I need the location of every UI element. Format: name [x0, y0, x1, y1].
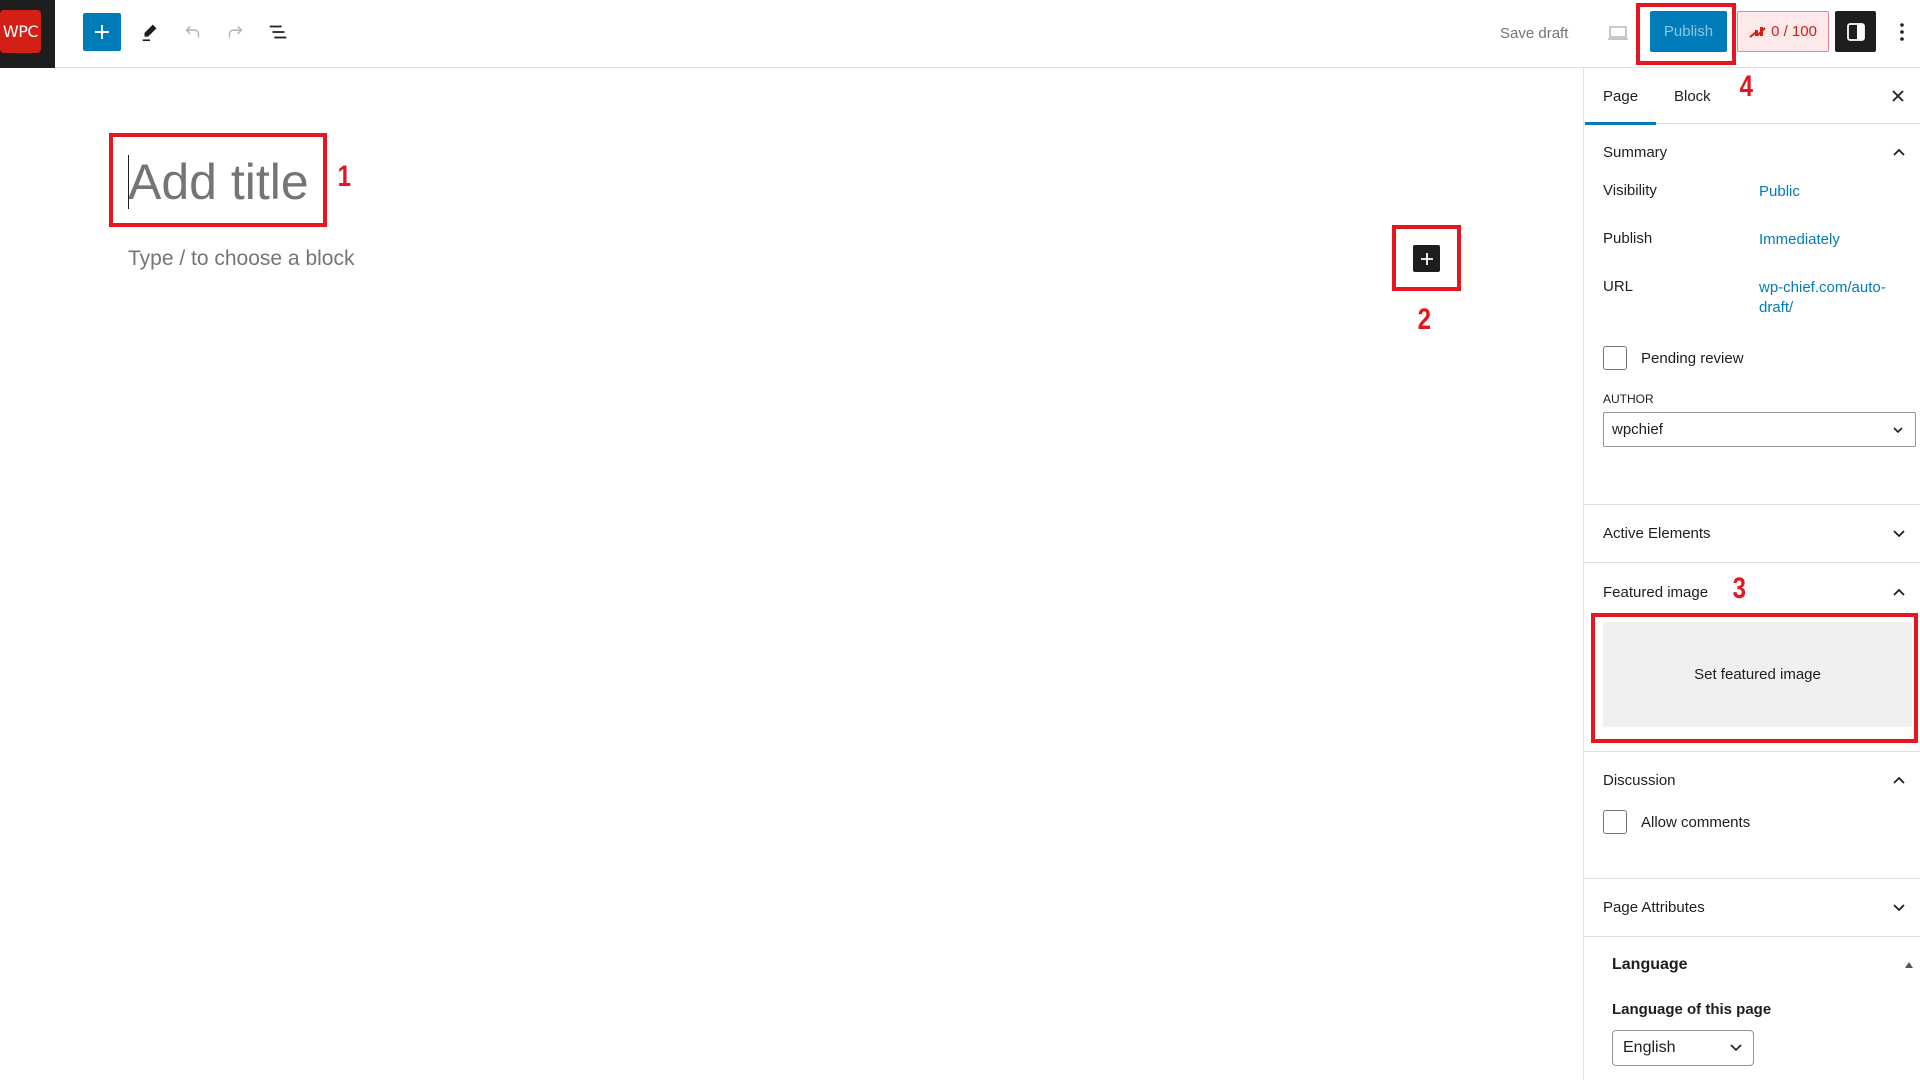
chevron-down-icon: [1727, 1039, 1745, 1057]
settings-sidebar-toggle[interactable]: [1835, 11, 1876, 52]
post-title-input[interactable]: [128, 150, 323, 214]
text-caret: [128, 155, 129, 209]
author-select-value: wpchief: [1612, 421, 1663, 438]
editor-app: WPC Save draft Publish 0 / 100 Add title…: [0, 0, 1920, 1080]
visibility-value[interactable]: Public: [1759, 182, 1800, 202]
active-elements-title: Active Elements: [1603, 525, 1711, 542]
site-logo[interactable]: WPC: [0, 10, 41, 53]
language-select[interactable]: English: [1612, 1030, 1754, 1066]
featured-image-title: Featured image: [1603, 584, 1709, 601]
url-value-line2: draft/: [1759, 299, 1794, 316]
page-attributes-title: Page Attributes: [1603, 899, 1705, 916]
preview-button[interactable]: [1602, 17, 1634, 49]
close-sidebar-button[interactable]: [1886, 84, 1910, 108]
inline-block-inserter[interactable]: [1413, 245, 1440, 272]
discussion-panel: Discussion Allow comments: [1584, 752, 1920, 879]
language-title: Language: [1612, 956, 1688, 973]
redo-button[interactable]: [217, 14, 253, 50]
undo-button[interactable]: [175, 14, 211, 50]
plus-icon: [95, 25, 109, 39]
seo-score-button[interactable]: 0 / 100: [1737, 11, 1829, 52]
close-icon: [1892, 90, 1904, 102]
url-row: URL wp-chief.com/auto- draft/: [1584, 278, 1920, 346]
annotation-number-1: 1: [337, 160, 352, 193]
summary-panel-toggle[interactable]: Summary: [1584, 124, 1920, 181]
language-panel: Language Language of this page English: [1584, 937, 1920, 1066]
active-elements-panel: Active Elements: [1584, 505, 1920, 563]
settings-sidebar: Page Block Summary Visibility Public Pub…: [1583, 68, 1920, 1080]
author-select[interactable]: wpchief: [1603, 412, 1916, 447]
visibility-label: Visibility: [1603, 182, 1657, 199]
discussion-title: Discussion: [1603, 772, 1676, 789]
list-view-button[interactable]: [260, 14, 296, 50]
set-featured-image-button[interactable]: Set featured image: [1603, 622, 1912, 727]
allow-comments-label[interactable]: Allow comments: [1641, 814, 1750, 831]
annotation-number-2: 2: [1417, 303, 1432, 336]
list-view-icon: [269, 25, 287, 39]
sidebar-toggle-icon: [1846, 22, 1865, 41]
kebab-menu-icon: [1900, 23, 1904, 41]
chevron-down-icon: [1889, 421, 1907, 439]
save-draft-button[interactable]: Save draft: [1500, 20, 1568, 46]
visibility-row: Visibility Public: [1584, 182, 1920, 230]
more-options-button[interactable]: [1890, 14, 1914, 50]
pending-review-label[interactable]: Pending review: [1641, 350, 1744, 367]
editor-header: WPC Save draft Publish 0 / 100: [0, 0, 1920, 68]
chevron-up-icon: [1890, 144, 1908, 162]
active-elements-toggle[interactable]: Active Elements: [1584, 505, 1920, 562]
block-inserter-toggle[interactable]: [83, 13, 121, 51]
publish-date-label: Publish: [1603, 230, 1653, 247]
score-chart-icon: [1749, 26, 1766, 38]
block-appender-placeholder[interactable]: Type / to choose a block: [128, 247, 354, 271]
publish-date-value[interactable]: Immediately: [1759, 230, 1840, 250]
desktop-preview-icon: [1608, 26, 1628, 40]
page-attributes-panel: Page Attributes: [1584, 879, 1920, 937]
chevron-up-icon: [1890, 584, 1908, 602]
pencil-icon: [142, 24, 157, 42]
redo-icon: [228, 25, 243, 38]
featured-image-panel: Featured image Set featured image: [1584, 563, 1920, 752]
tab-page[interactable]: Page: [1584, 68, 1657, 125]
url-label: URL: [1603, 278, 1634, 295]
featured-image-toggle[interactable]: Featured image: [1584, 563, 1920, 622]
plus-icon: [1420, 252, 1433, 265]
url-value[interactable]: wp-chief.com/auto- draft/: [1759, 278, 1886, 318]
undo-icon: [185, 25, 200, 38]
discussion-toggle[interactable]: Discussion: [1584, 752, 1920, 809]
annotation-number-4: 4: [1739, 70, 1754, 103]
summary-title: Summary: [1603, 144, 1668, 161]
allow-comments-checkbox[interactable]: [1603, 810, 1627, 834]
chevron-up-icon: [1890, 772, 1908, 790]
summary-panel: Summary Visibility Public Publish Immedi…: [1584, 124, 1920, 505]
triangle-up-icon: [1900, 956, 1918, 974]
author-label: AUTHOR: [1603, 392, 1654, 406]
site-logo-area[interactable]: WPC: [0, 0, 55, 68]
annotation-number-3: 3: [1732, 572, 1747, 605]
chevron-down-icon: [1890, 899, 1908, 917]
seo-score-value: 0 / 100: [1771, 23, 1817, 40]
url-value-line1: wp-chief.com/auto-: [1759, 279, 1886, 296]
language-subtitle: Language of this page: [1612, 1001, 1772, 1018]
language-toggle[interactable]: Language: [1584, 937, 1920, 993]
chevron-down-icon: [1890, 525, 1908, 543]
tools-button[interactable]: [132, 14, 168, 50]
tab-block[interactable]: Block: [1674, 68, 1711, 124]
language-select-value: English: [1623, 1039, 1676, 1056]
allow-comments-row: Allow comments: [1584, 810, 1920, 834]
page-attributes-toggle[interactable]: Page Attributes: [1584, 879, 1920, 936]
publish-button[interactable]: Publish: [1650, 11, 1727, 52]
pending-review-row: Pending review: [1584, 346, 1920, 370]
publish-date-row: Publish Immediately: [1584, 230, 1920, 278]
pending-review-checkbox[interactable]: [1603, 346, 1627, 370]
